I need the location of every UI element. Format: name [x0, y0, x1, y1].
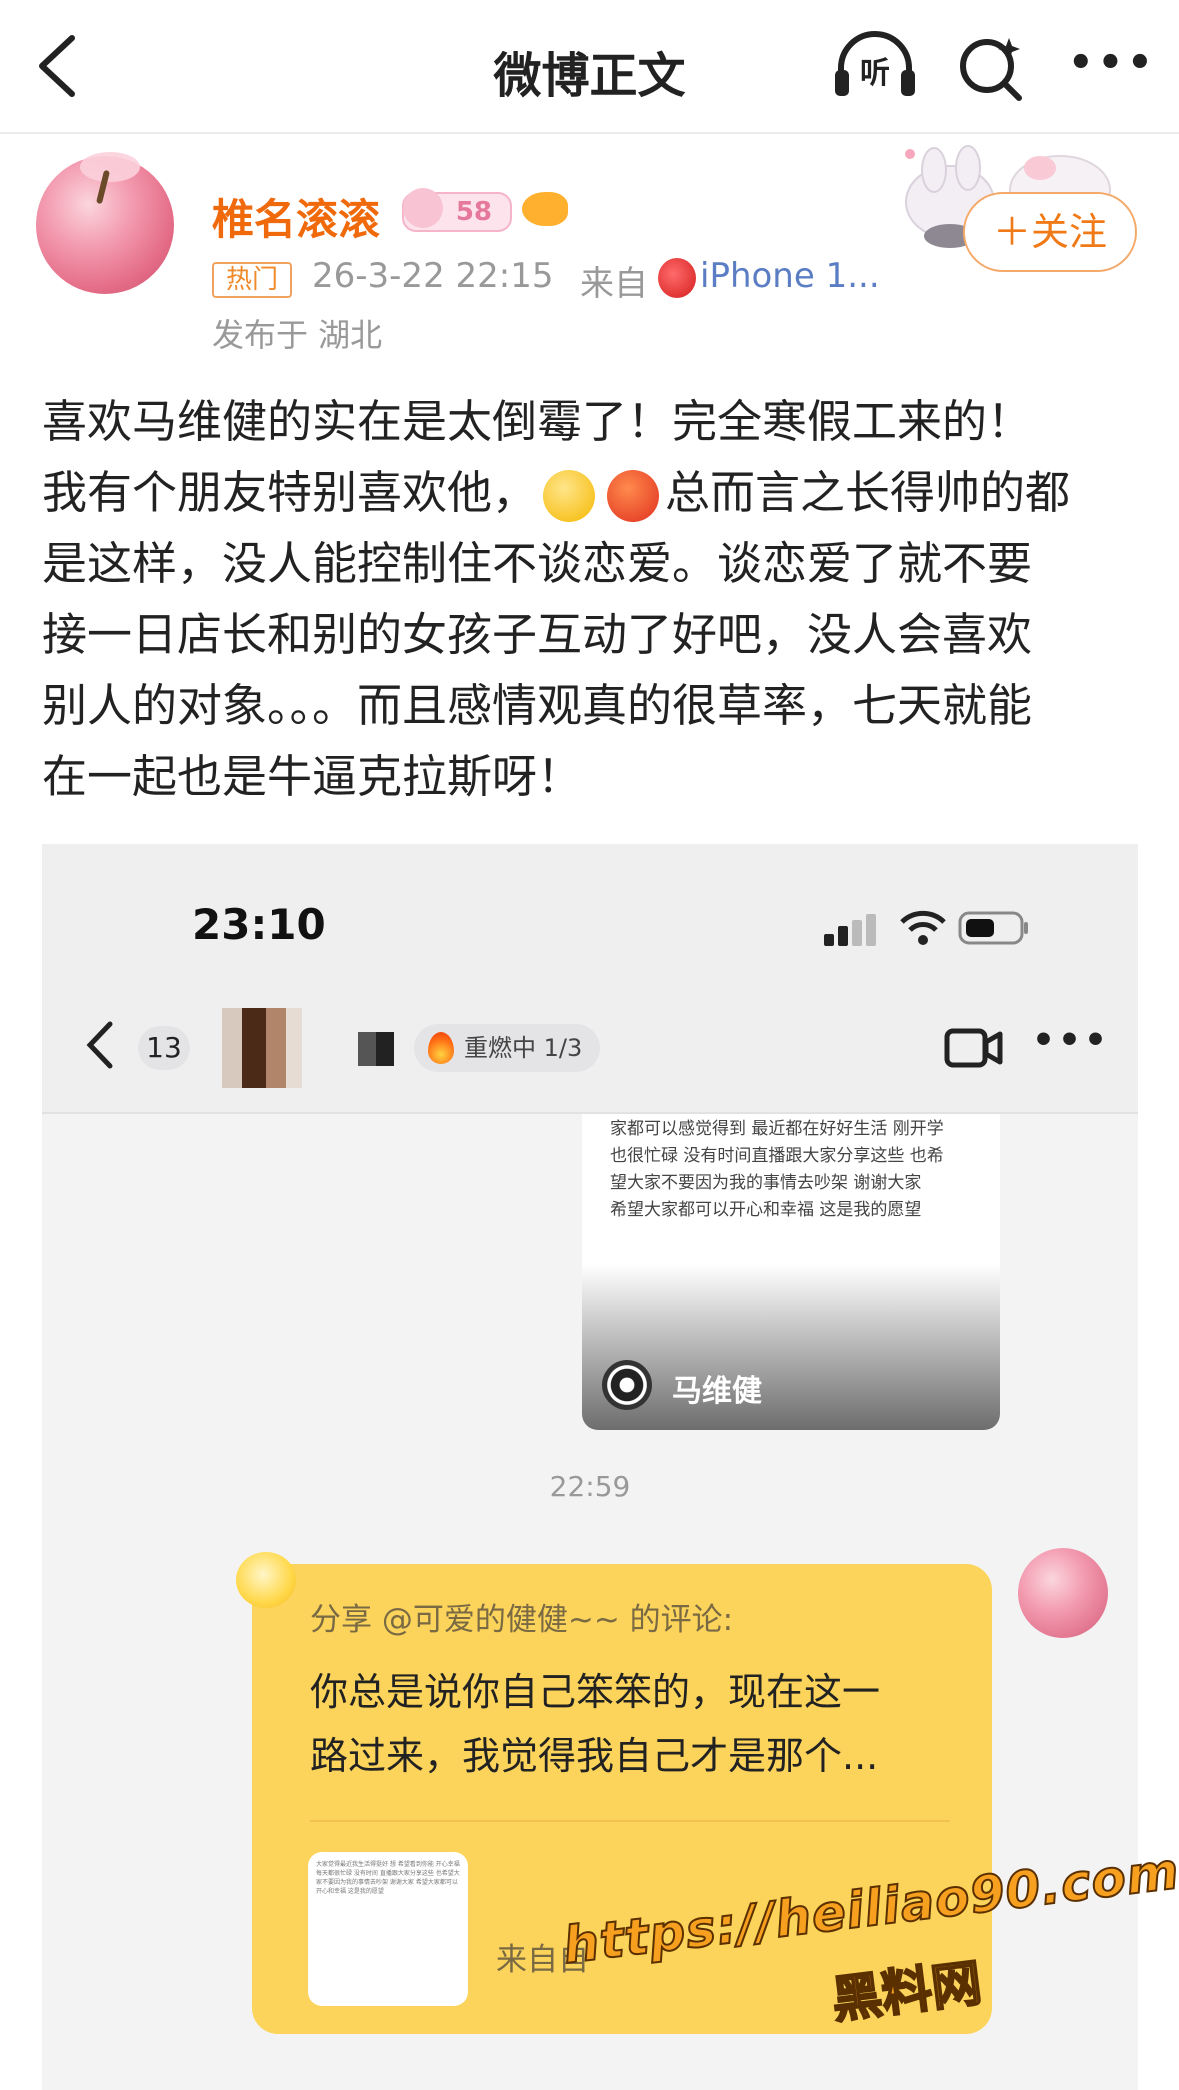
author-avatar[interactable]	[36, 152, 174, 294]
pixelated-name	[358, 1032, 394, 1066]
wifi-icon	[900, 910, 946, 945]
chat-more-icon: •••	[1032, 1020, 1111, 1061]
flame-icon	[428, 1032, 454, 1064]
image-chat-header: 13 重燃中 1/3 •••	[42, 974, 1138, 1114]
chat-time-divider: 22:59	[549, 1470, 631, 1503]
rekindle-label: 重燃中 1/3	[464, 1034, 583, 1062]
avatar-bow-decoration	[80, 152, 140, 182]
post-line: 总而言之长得帅的都	[665, 466, 1071, 519]
share-label: 分享 @可爱的健健~~ 的评论:	[310, 1602, 734, 1638]
from-prefix: 来自	[580, 264, 648, 304]
chat-back-icon	[86, 1021, 113, 1069]
post-line: 在一起也是牛逼克拉斯呀！	[42, 750, 583, 803]
post-location: 发布于 湖北	[212, 316, 383, 354]
video-call-icon	[944, 1028, 1003, 1068]
crying-face-icon	[543, 470, 596, 522]
author-name[interactable]: 椎名滚滚	[212, 186, 380, 247]
image-status-time: 23:10	[192, 900, 326, 949]
post-line: 喜欢马维健的实在是太倒霉了！完全寒假工来的！	[42, 395, 1033, 448]
hot-tag: 热门	[212, 262, 292, 298]
device-link[interactable]: iPhone 1...	[700, 256, 880, 296]
card-divider	[310, 1820, 950, 1822]
shared-post-text: 家都可以感觉得到 最近都在好好生活 刚开学 也很忙碌 没有时间直播跟大家分享这些…	[610, 1119, 944, 1220]
shared-author-name: 马维健	[672, 1374, 762, 1409]
apple-icon	[658, 258, 696, 298]
listen-label: 听	[860, 56, 890, 91]
angry-face-icon	[607, 470, 660, 522]
card-fade	[582, 1264, 1000, 1430]
signal-icon	[824, 914, 876, 946]
pig-badge-icon	[403, 188, 443, 228]
image-status-bar: 23:10	[42, 844, 1138, 974]
chick-sticker-icon	[236, 1552, 296, 1608]
more-options-icon[interactable]: •••	[1068, 40, 1153, 90]
post-line: 别人的对象。。。而且感情观真的很草率，七天就能	[42, 679, 1033, 732]
fish-badge-icon	[522, 192, 568, 226]
post-line: 是这样，没人能控制住不谈恋爱。谈恋爱了就不要	[42, 537, 1033, 590]
rekindle-badge: 重燃中 1/3	[414, 1024, 601, 1072]
watermark-name: 黑料网	[828, 1953, 986, 2031]
shared-post-card: 家都可以感觉得到 最近都在好好生活 刚开学 也很忙碌 没有时间直播跟大家分享这些…	[582, 1114, 1000, 1430]
top-nav-bar: 微博正文 听 •••	[0, 0, 1179, 134]
post-line: 我有个朋友特别喜欢他，	[42, 466, 538, 519]
battery-icon	[958, 911, 1028, 945]
unread-count: 13	[138, 1026, 190, 1070]
post-body: 喜欢马维健的实在是太倒霉了！完全寒假工来的！ 我有个朋友特别喜欢他， 总而言之长得…	[42, 386, 1142, 812]
post-line: 接一日店长和别的女孩子互动了好吧，没人会喜欢	[42, 608, 1033, 661]
share-quote: 你总是说你自己笨笨的，现在这一 路过来，我觉得我自己才是那个...	[310, 1670, 881, 1778]
post-time: 26-3-22 22:15	[312, 256, 554, 296]
search-icon[interactable]	[955, 30, 1027, 102]
share-thumbnail: 大家觉得最近我生活得挺好 想 希望看到你能 开心幸福 每天都很忙碌 没有时间 直…	[308, 1852, 468, 2006]
follow-button[interactable]: ＋关注	[963, 192, 1137, 272]
author-logo-icon	[602, 1360, 652, 1410]
listen-headphone-icon[interactable]: 听	[833, 30, 917, 100]
pixelated-avatar	[222, 1008, 302, 1088]
sender-avatar	[1018, 1548, 1108, 1638]
